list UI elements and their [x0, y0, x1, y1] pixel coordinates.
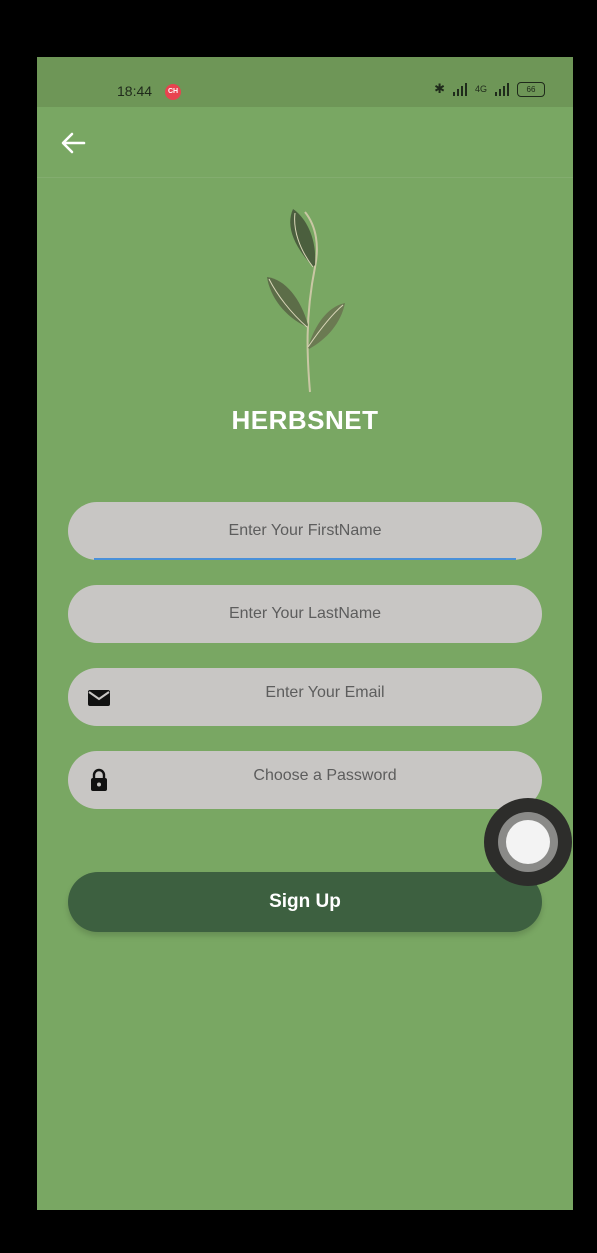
brand-title: HERBSNET [231, 405, 379, 435]
envelope-icon [88, 690, 110, 706]
arrow-left-icon [61, 132, 86, 154]
status-icons: ✱ 4G 66 [434, 81, 545, 97]
assistive-touch-button[interactable] [484, 798, 572, 886]
password-input[interactable] [68, 751, 542, 809]
device-frame: 18:44 CH ✱ 4G 66 HERBSNET Enter Your Fir… [0, 0, 597, 1253]
herb-logo-icon [267, 209, 345, 393]
battery-icon: 66 [517, 81, 545, 97]
password-field[interactable] [68, 751, 542, 809]
app-bar [37, 107, 573, 178]
first-name-field[interactable] [68, 502, 542, 560]
app-screen: 18:44 CH ✱ 4G 66 HERBSNET Enter Your Fir… [37, 57, 573, 1210]
assistive-touch-core [506, 820, 550, 864]
bluetooth-icon: ✱ [434, 81, 445, 96]
network-type-label: 4G [474, 84, 487, 94]
status-time: 18:44 [117, 83, 153, 99]
email-field[interactable] [68, 668, 542, 726]
back-button[interactable] [55, 125, 91, 161]
screen-record-icon: CH [165, 84, 181, 100]
email-input[interactable] [68, 668, 542, 726]
sign-up-button[interactable]: Sign Up [68, 872, 542, 932]
first-name-input[interactable] [68, 502, 542, 560]
signal-icon-2 [495, 82, 509, 96]
last-name-field[interactable] [68, 585, 542, 643]
signal-icon [452, 82, 467, 96]
lock-icon [91, 768, 107, 791]
last-name-input[interactable] [68, 585, 542, 643]
status-bar: 18:44 CH ✱ 4G 66 [37, 57, 573, 107]
